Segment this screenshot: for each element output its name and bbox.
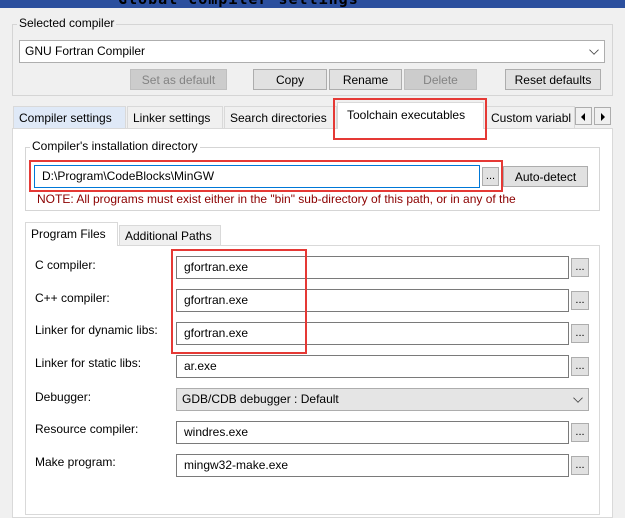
linker-dynamic-browse-button[interactable]: ... <box>571 324 589 343</box>
linker-static-label: Linker for static libs: <box>35 356 142 370</box>
auto-detect-button[interactable]: Auto-detect <box>503 166 588 187</box>
chevron-down-icon[interactable] <box>573 393 583 403</box>
tab-scroll-left-button[interactable] <box>575 107 592 125</box>
tab-linker-settings[interactable]: Linker settings <box>127 106 223 128</box>
install-dir-note: NOTE: All programs must exist either in … <box>37 192 516 206</box>
linker-static-browse-button[interactable]: ... <box>571 357 589 376</box>
c-compiler-browse-button[interactable]: ... <box>571 258 589 277</box>
reset-defaults-button[interactable]: Reset defaults <box>505 69 601 90</box>
subtab-program-files[interactable]: Program Files <box>25 222 118 246</box>
highlight-compiler-fields <box>171 249 307 354</box>
tab-search-directories[interactable]: Search directories <box>224 106 337 128</box>
c-compiler-label: C compiler: <box>35 258 96 272</box>
cpp-compiler-browse-button[interactable]: ... <box>571 291 589 310</box>
make-program-browse-button[interactable]: ... <box>571 456 589 475</box>
debugger-label: Debugger: <box>35 390 92 404</box>
make-program-label: Make program: <box>35 455 116 469</box>
resource-compiler-browse-button[interactable]: ... <box>571 423 589 442</box>
tab-scroll-right-button[interactable] <box>594 107 611 125</box>
set-as-default-button[interactable]: Set as default <box>130 69 227 90</box>
subtab-additional-paths[interactable]: Additional Paths <box>119 225 221 245</box>
tab-custom-variables[interactable]: Custom variabl <box>485 106 575 128</box>
delete-button[interactable]: Delete <box>404 69 477 90</box>
linker-static-input[interactable]: ar.exe <box>176 355 569 378</box>
linker-dynamic-label: Linker for dynamic libs: <box>35 323 158 337</box>
selected-compiler-label: Selected compiler <box>17 16 117 30</box>
compiler-select-value: GNU Fortran Compiler <box>25 44 146 58</box>
tab-compiler-settings[interactable]: Compiler settings <box>13 106 126 128</box>
window-titlebar: Global compiler settings <box>0 0 625 8</box>
debugger-select-value: GDB/CDB debugger : Default <box>182 392 339 406</box>
cpp-compiler-label: C++ compiler: <box>35 291 110 305</box>
copy-button[interactable]: Copy <box>253 69 327 90</box>
make-program-input[interactable]: mingw32-make.exe <box>176 454 569 477</box>
highlight-toolchain-tab <box>333 98 487 140</box>
resource-compiler-label: Resource compiler: <box>35 422 139 436</box>
window-title: Global compiler settings <box>118 0 359 8</box>
resource-compiler-input[interactable]: windres.exe <box>176 421 569 444</box>
highlight-install-dir <box>29 160 503 192</box>
install-dir-label: Compiler's installation directory <box>30 139 200 153</box>
arrow-left-icon <box>581 113 585 121</box>
chevron-down-icon[interactable] <box>589 45 599 55</box>
rename-button[interactable]: Rename <box>329 69 402 90</box>
debugger-select[interactable]: GDB/CDB debugger : Default <box>176 388 589 411</box>
arrow-right-icon <box>601 113 605 121</box>
compiler-select[interactable]: GNU Fortran Compiler <box>19 40 605 63</box>
